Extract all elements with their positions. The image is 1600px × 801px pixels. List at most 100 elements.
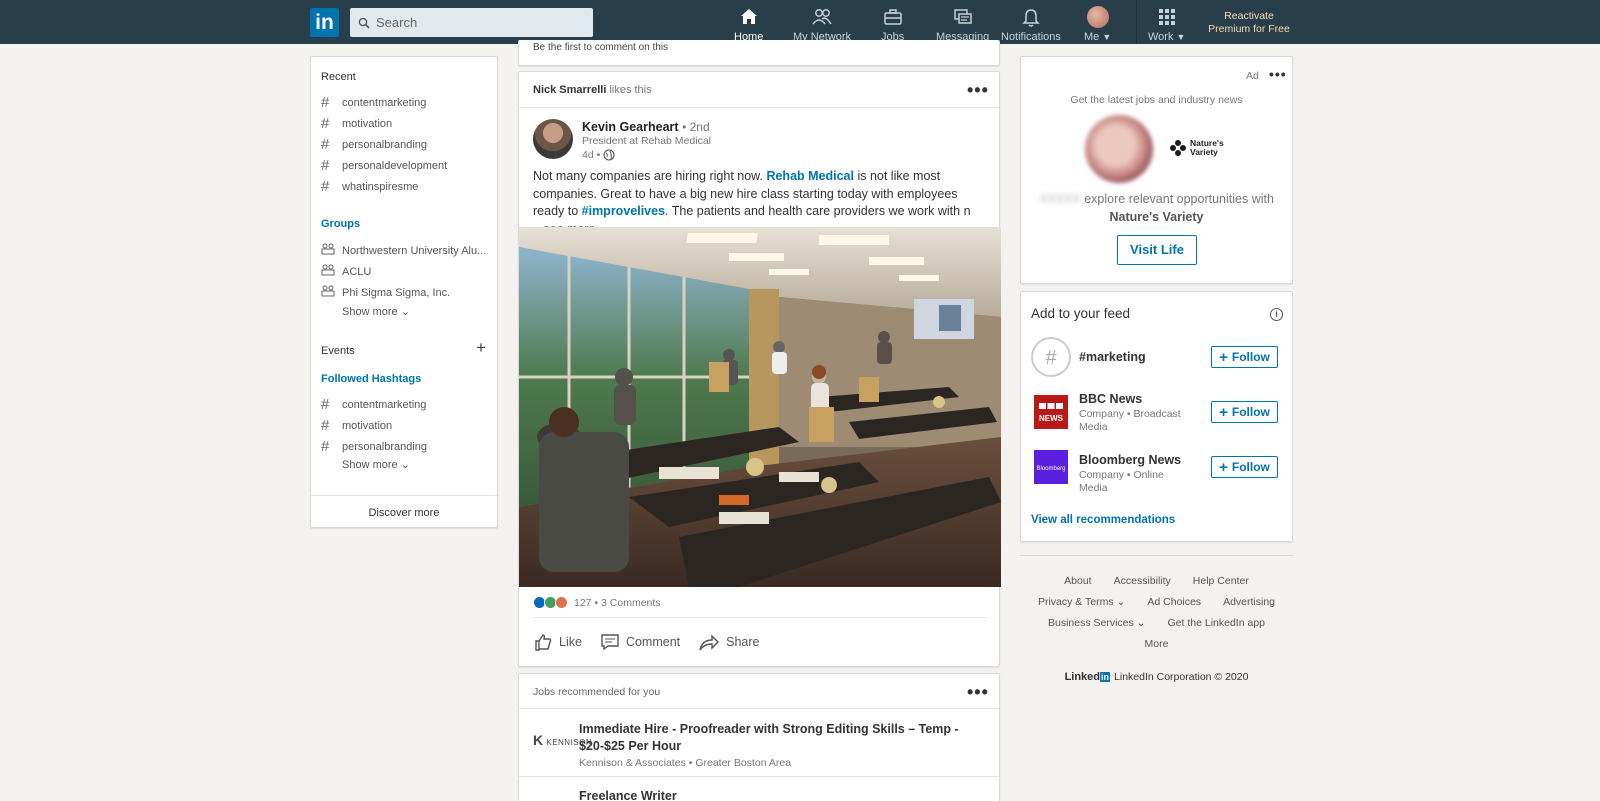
followed-item[interactable]: # motivation (321, 417, 392, 434)
followed-item[interactable]: # contentmarketing (321, 396, 426, 413)
group-item[interactable]: ACLU (321, 264, 371, 279)
job-title[interactable]: Freelance Writer (579, 789, 677, 801)
ad-text: XXXXX explore relevant opportunities wit… (1039, 192, 1274, 224)
view-all-recommendations-link[interactable]: View all recommendations (1031, 514, 1175, 526)
nav-work[interactable]: Work ▼ (1148, 6, 1185, 43)
previous-post-footer: Be the first to comment on this (518, 40, 1000, 66)
nav-notifications-label: Notifications (1001, 31, 1061, 43)
more-options-icon[interactable]: ••• (967, 683, 989, 701)
bloomberg-logo: Bloomberg (1034, 450, 1068, 484)
footer-more[interactable]: More (1145, 638, 1169, 650)
share-icon (699, 634, 720, 651)
hashtag-icon: # (321, 178, 330, 195)
footer-about[interactable]: About (1064, 575, 1091, 587)
follow-button[interactable]: + Follow (1211, 346, 1278, 368)
more-options-icon[interactable]: ••• (1269, 67, 1287, 81)
group-icon (321, 264, 342, 279)
footer-ad-choices[interactable]: Ad Choices (1147, 596, 1201, 608)
comment-prompt[interactable]: Be the first to comment on this (533, 42, 668, 53)
ad-label: Ad (1246, 70, 1259, 82)
divider (519, 776, 999, 777)
recent-item[interactable]: # motivation (321, 115, 392, 132)
company-mention[interactable]: Rehab Medical (766, 169, 854, 183)
show-more-hashtags[interactable]: Show more ⌄ (342, 458, 410, 471)
nav-messaging[interactable]: Messaging (936, 6, 989, 43)
events-title: Events (321, 345, 355, 357)
premium-link[interactable]: Reactivate Premium for Free (1204, 10, 1294, 36)
nav-divider (1136, 0, 1137, 44)
footer-advertising[interactable]: Advertising (1223, 596, 1275, 608)
footer-row: Privacy & Terms ⌄ Ad Choices Advertising (1020, 596, 1293, 608)
hashtag-link[interactable]: #improvelives (582, 204, 665, 218)
hashtag-icon: # (321, 438, 330, 455)
nav-my-network[interactable]: My Network (793, 6, 851, 43)
follow-button[interactable]: + Follow (1211, 456, 1278, 478)
search-input[interactable] (376, 15, 576, 30)
thumbs-up-icon (535, 634, 552, 651)
followed-item[interactable]: # personalbranding (321, 438, 427, 455)
groups-title[interactable]: Groups (321, 218, 360, 230)
follow-button[interactable]: + Follow (1211, 401, 1278, 423)
footer-privacy-terms[interactable]: Privacy & Terms ⌄ (1038, 596, 1125, 608)
home-icon (740, 9, 757, 24)
nav-jobs[interactable]: Jobs (881, 6, 904, 43)
footer-business-services[interactable]: Business Services ⌄ (1048, 617, 1146, 629)
author-headline: President at Rehab Medical (582, 135, 711, 147)
footer-help-center[interactable]: Help Center (1193, 575, 1249, 587)
followed-hashtags-title[interactable]: Followed Hashtags (321, 373, 421, 385)
recent-item[interactable]: # personaldevelopment (321, 157, 447, 174)
hashtag-icon: # (321, 136, 330, 153)
comment-icon (601, 634, 619, 651)
job-title[interactable]: Immediate Hire - Proofreader with Strong… (579, 721, 989, 755)
author-avatar[interactable] (533, 119, 573, 159)
search-box[interactable] (350, 8, 593, 37)
add-to-feed-title: Add to your feed (1031, 306, 1131, 321)
recent-item[interactable]: # contentmarketing (321, 94, 426, 111)
nav-home[interactable]: Home (734, 6, 763, 43)
add-event-icon[interactable]: + (476, 338, 486, 358)
svg-text:Bloomberg: Bloomberg (1036, 466, 1065, 472)
recent-item[interactable]: # personalbranding (321, 136, 427, 153)
show-more-groups[interactable]: Show more ⌄ (342, 305, 410, 318)
nav-me[interactable]: Me ▼ (1084, 6, 1111, 43)
like-button[interactable]: Like (533, 632, 582, 652)
grid-icon (1158, 9, 1175, 25)
nav-notifications[interactable]: Notifications (1001, 6, 1061, 43)
discover-more-button[interactable]: Discover more (311, 495, 497, 529)
divider (533, 617, 987, 618)
copyright: Linkedin LinkedIn Corporation © 2020 (1064, 671, 1249, 683)
share-button[interactable]: Share (698, 632, 759, 652)
svg-text:NEWS: NEWS (1039, 414, 1064, 423)
jobs-recommendation-card: Jobs recommended for you ••• K KENNISON … (518, 673, 1000, 801)
footer: About Accessibility Help Center Privacy … (1020, 555, 1293, 683)
linkedin-wordmark: Linkedin (1064, 671, 1111, 683)
post-image[interactable] (519, 227, 1001, 587)
natures-variety-icon (1170, 140, 1186, 156)
group-item[interactable]: Phi Sigma Sigma, Inc. (321, 285, 450, 300)
bell-icon (1022, 9, 1040, 27)
top-nav: in Home My Network Jobs Messaging Notifi… (0, 0, 1600, 44)
hashtag-icon: # (321, 417, 330, 434)
author-name[interactable]: Kevin Gearheart • 2nd (582, 120, 710, 134)
recent-item[interactable]: # whatinspiresme (321, 178, 418, 195)
globe-icon (603, 149, 615, 161)
social-context: Nick Smarrelli likes this (533, 84, 652, 96)
advertiser-logo[interactable]: Nature's Variety (1169, 139, 1232, 157)
info-icon[interactable]: i (1270, 308, 1283, 321)
chevron-down-icon: ⌄ (1136, 617, 1146, 629)
bbc-news-logo: NEWS (1034, 395, 1068, 429)
more-options-icon[interactable]: ••• (967, 81, 989, 99)
chevron-down-icon: ⌄ (1116, 596, 1126, 608)
footer-accessibility[interactable]: Accessibility (1114, 575, 1171, 587)
linkedin-logo[interactable]: in (310, 8, 339, 37)
post-timestamp: 4d • (582, 149, 615, 161)
reaction-summary[interactable]: 127 • 3 Comments (533, 596, 661, 609)
hashtag-icon: # (321, 396, 330, 413)
nav-me-label: Me ▼ (1084, 31, 1112, 43)
group-item[interactable]: Northwestern University Alu... (321, 243, 486, 258)
comment-button[interactable]: Comment (600, 632, 680, 652)
post-actions: Like Comment Share (533, 632, 759, 652)
visit-life-button[interactable]: Visit Life (1117, 235, 1197, 265)
network-icon (812, 9, 832, 25)
footer-get-app[interactable]: Get the LinkedIn app (1168, 617, 1266, 629)
